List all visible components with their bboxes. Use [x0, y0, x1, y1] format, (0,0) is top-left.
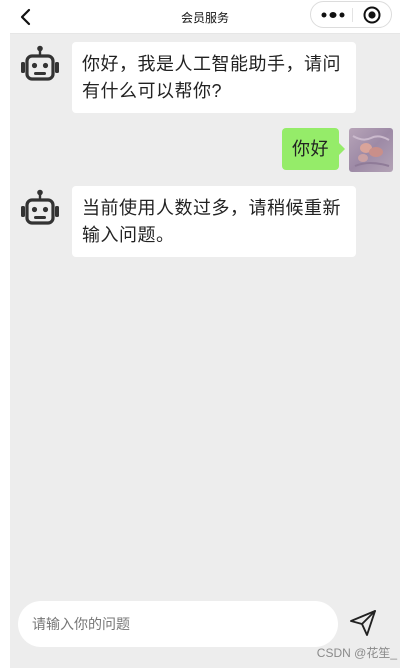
message-text: 你好	[292, 139, 329, 159]
question-input[interactable]	[18, 601, 338, 647]
chat-messages: 你好，我是人工智能助手，请问 有什么可以帮你? 你好 当前使用人数过多，请稍候重…	[10, 34, 400, 594]
message-line: 你好，我是人工智能助手，请问	[82, 54, 341, 74]
more-dots-icon[interactable]	[319, 8, 347, 22]
bot-message-bubble: 你好，我是人工智能助手，请问 有什么可以帮你?	[72, 42, 356, 113]
mini-program-window: 会员服务 你好，我是人工智能助手，请问 有什么可以帮你? 你好 当前使用人数过多…	[10, 0, 400, 668]
message-line: 输入问题。	[82, 225, 175, 245]
robot-icon	[21, 45, 59, 81]
navigation-bar: 会员服务	[10, 0, 400, 34]
capsule-divider	[352, 8, 353, 22]
watermark: CSDN @花笙_	[316, 646, 397, 660]
record-close-icon[interactable]	[362, 5, 382, 25]
send-icon[interactable]	[348, 608, 378, 638]
message-line: 当前使用人数过多，请稍候重新	[82, 198, 341, 218]
user-message-bubble: 你好	[282, 128, 345, 170]
robot-icon	[21, 189, 59, 225]
message-line: 有什么可以帮你?	[82, 81, 223, 101]
user-avatar[interactable]	[349, 128, 393, 172]
bot-message-bubble: 当前使用人数过多，请稍候重新 输入问题。	[72, 186, 356, 257]
capsule-menu	[310, 1, 392, 28]
